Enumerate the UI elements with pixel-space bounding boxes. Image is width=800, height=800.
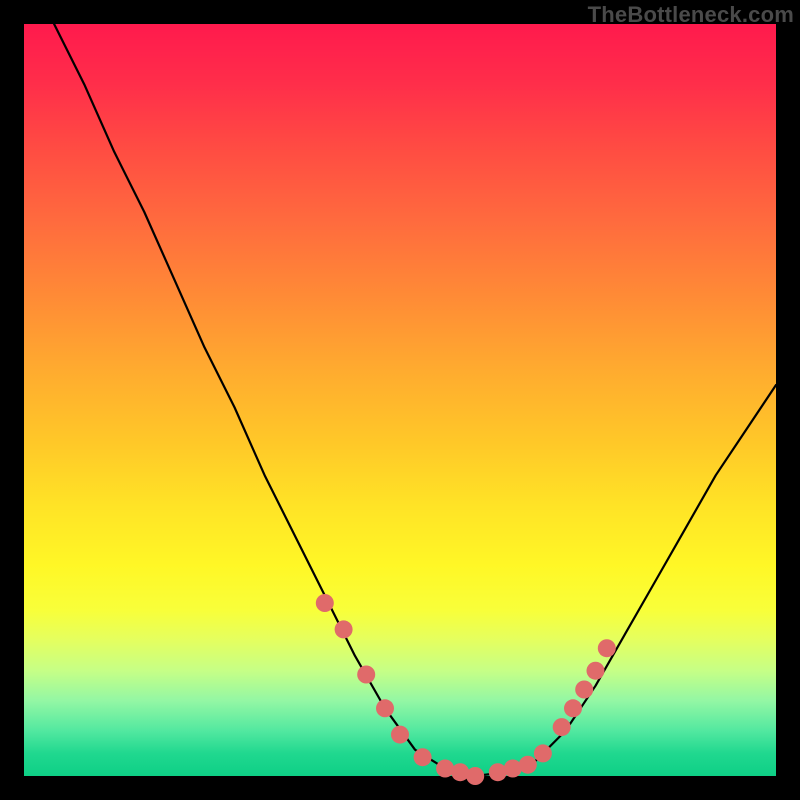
curve-marker	[587, 662, 605, 680]
bottleneck-curve	[54, 24, 776, 776]
chart-svg	[24, 24, 776, 776]
curve-marker	[575, 681, 593, 699]
curve-marker	[451, 763, 469, 781]
curve-marker	[376, 699, 394, 717]
curve-marker	[504, 760, 522, 778]
curve-marker	[598, 639, 616, 657]
curve-marker	[357, 666, 375, 684]
curve-marker	[335, 620, 353, 638]
curve-marker	[414, 748, 432, 766]
chart-frame	[24, 24, 776, 776]
watermark-text: TheBottleneck.com	[588, 2, 794, 28]
curve-marker	[564, 699, 582, 717]
curve-marker	[436, 760, 454, 778]
curve-marker	[553, 718, 571, 736]
curve-marker	[391, 726, 409, 744]
curve-marker	[489, 763, 507, 781]
plot-area	[24, 24, 776, 776]
curve-marker	[316, 594, 334, 612]
curve-marker	[466, 767, 484, 785]
curve-marker	[519, 756, 537, 774]
marker-group	[316, 594, 616, 785]
curve-marker	[534, 744, 552, 762]
